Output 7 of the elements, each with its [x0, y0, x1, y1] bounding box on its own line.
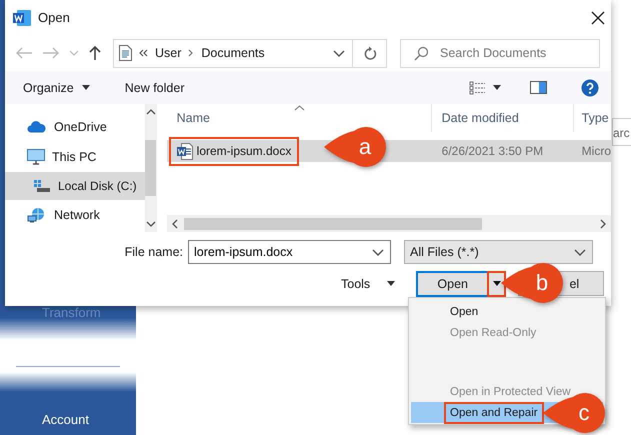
callout-tooltip: a [324, 127, 386, 167]
table-cell-text: Micro [580, 144, 611, 158]
field-label: File name: [124, 245, 184, 259]
table-cell-text: 6/26/2021 3:50 PM [440, 144, 544, 158]
callout-tooltip: b [501, 263, 563, 303]
window-title: Open [38, 10, 70, 25]
background-text: arc [613, 126, 630, 140]
